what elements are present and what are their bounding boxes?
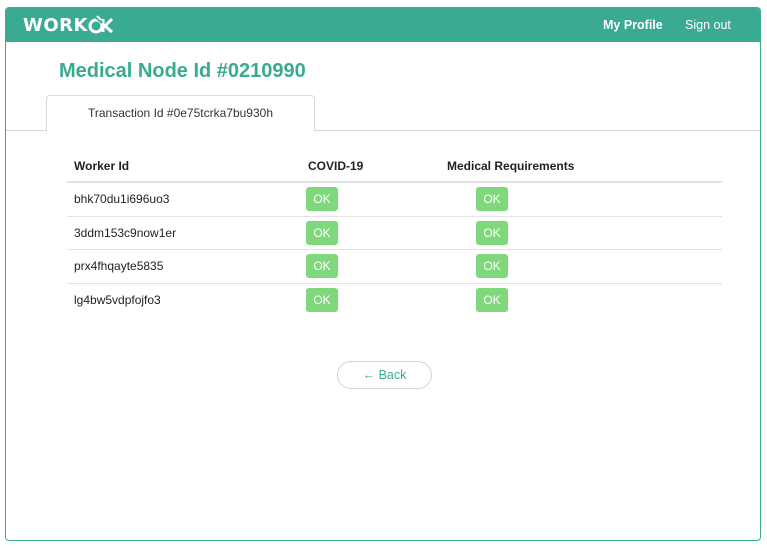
medical-status-badge: OK <box>476 287 508 312</box>
table-row: 3ddm153c9now1er OK OK <box>67 217 722 250</box>
covid-status-badge: OK <box>306 254 338 278</box>
app-window: WORK My Profile Sign out Medical Node Id… <box>5 7 761 541</box>
sign-out-link[interactable]: Sign out <box>685 18 731 32</box>
table-header: Worker Id COVID-19 Medical Requirements <box>67 153 722 183</box>
medical-status-badge: OK <box>476 187 508 211</box>
covid-status-badge: OK <box>306 187 338 211</box>
covid-status-badge: OK <box>306 220 338 245</box>
top-navbar: WORK My Profile Sign out <box>6 8 760 42</box>
worker-id-cell: 3ddm153c9now1er <box>74 225 177 240</box>
worker-id-cell: lg4bw5vdpfojfo3 <box>74 292 161 307</box>
medical-status-badge: OK <box>476 254 508 278</box>
my-profile-link[interactable]: My Profile <box>603 18 663 32</box>
header-covid: COVID-19 <box>308 159 364 173</box>
worker-id-cell: prx4fhqayte5835 <box>74 259 164 273</box>
header-medical-requirements: Medical Requirements <box>447 159 575 173</box>
covid-status-badge: OK <box>306 287 338 312</box>
table-row: bhk70du1i696uo3 OK OK <box>67 183 722 217</box>
worker-id-cell: bhk70du1i696uo3 <box>74 192 170 206</box>
workok-logo[interactable]: WORK <box>23 14 116 36</box>
back-button[interactable]: ← Back <box>337 361 432 389</box>
table-row: lg4bw5vdpfojfo3 OK OK <box>67 284 722 318</box>
page-title: Medical Node Id #0210990 <box>59 60 306 82</box>
medical-status-badge: OK <box>476 220 508 245</box>
table-row: prx4fhqayte5835 OK OK <box>67 250 722 284</box>
logo-text: WORK <box>23 14 88 36</box>
workers-table: Worker Id COVID-19 Medical Requirements … <box>67 153 722 317</box>
header-worker-id: Worker Id <box>74 159 130 173</box>
logo-mark-icon <box>88 15 116 35</box>
tab-transaction[interactable]: Transaction Id #0e75tcrka7bu930h <box>46 95 315 132</box>
